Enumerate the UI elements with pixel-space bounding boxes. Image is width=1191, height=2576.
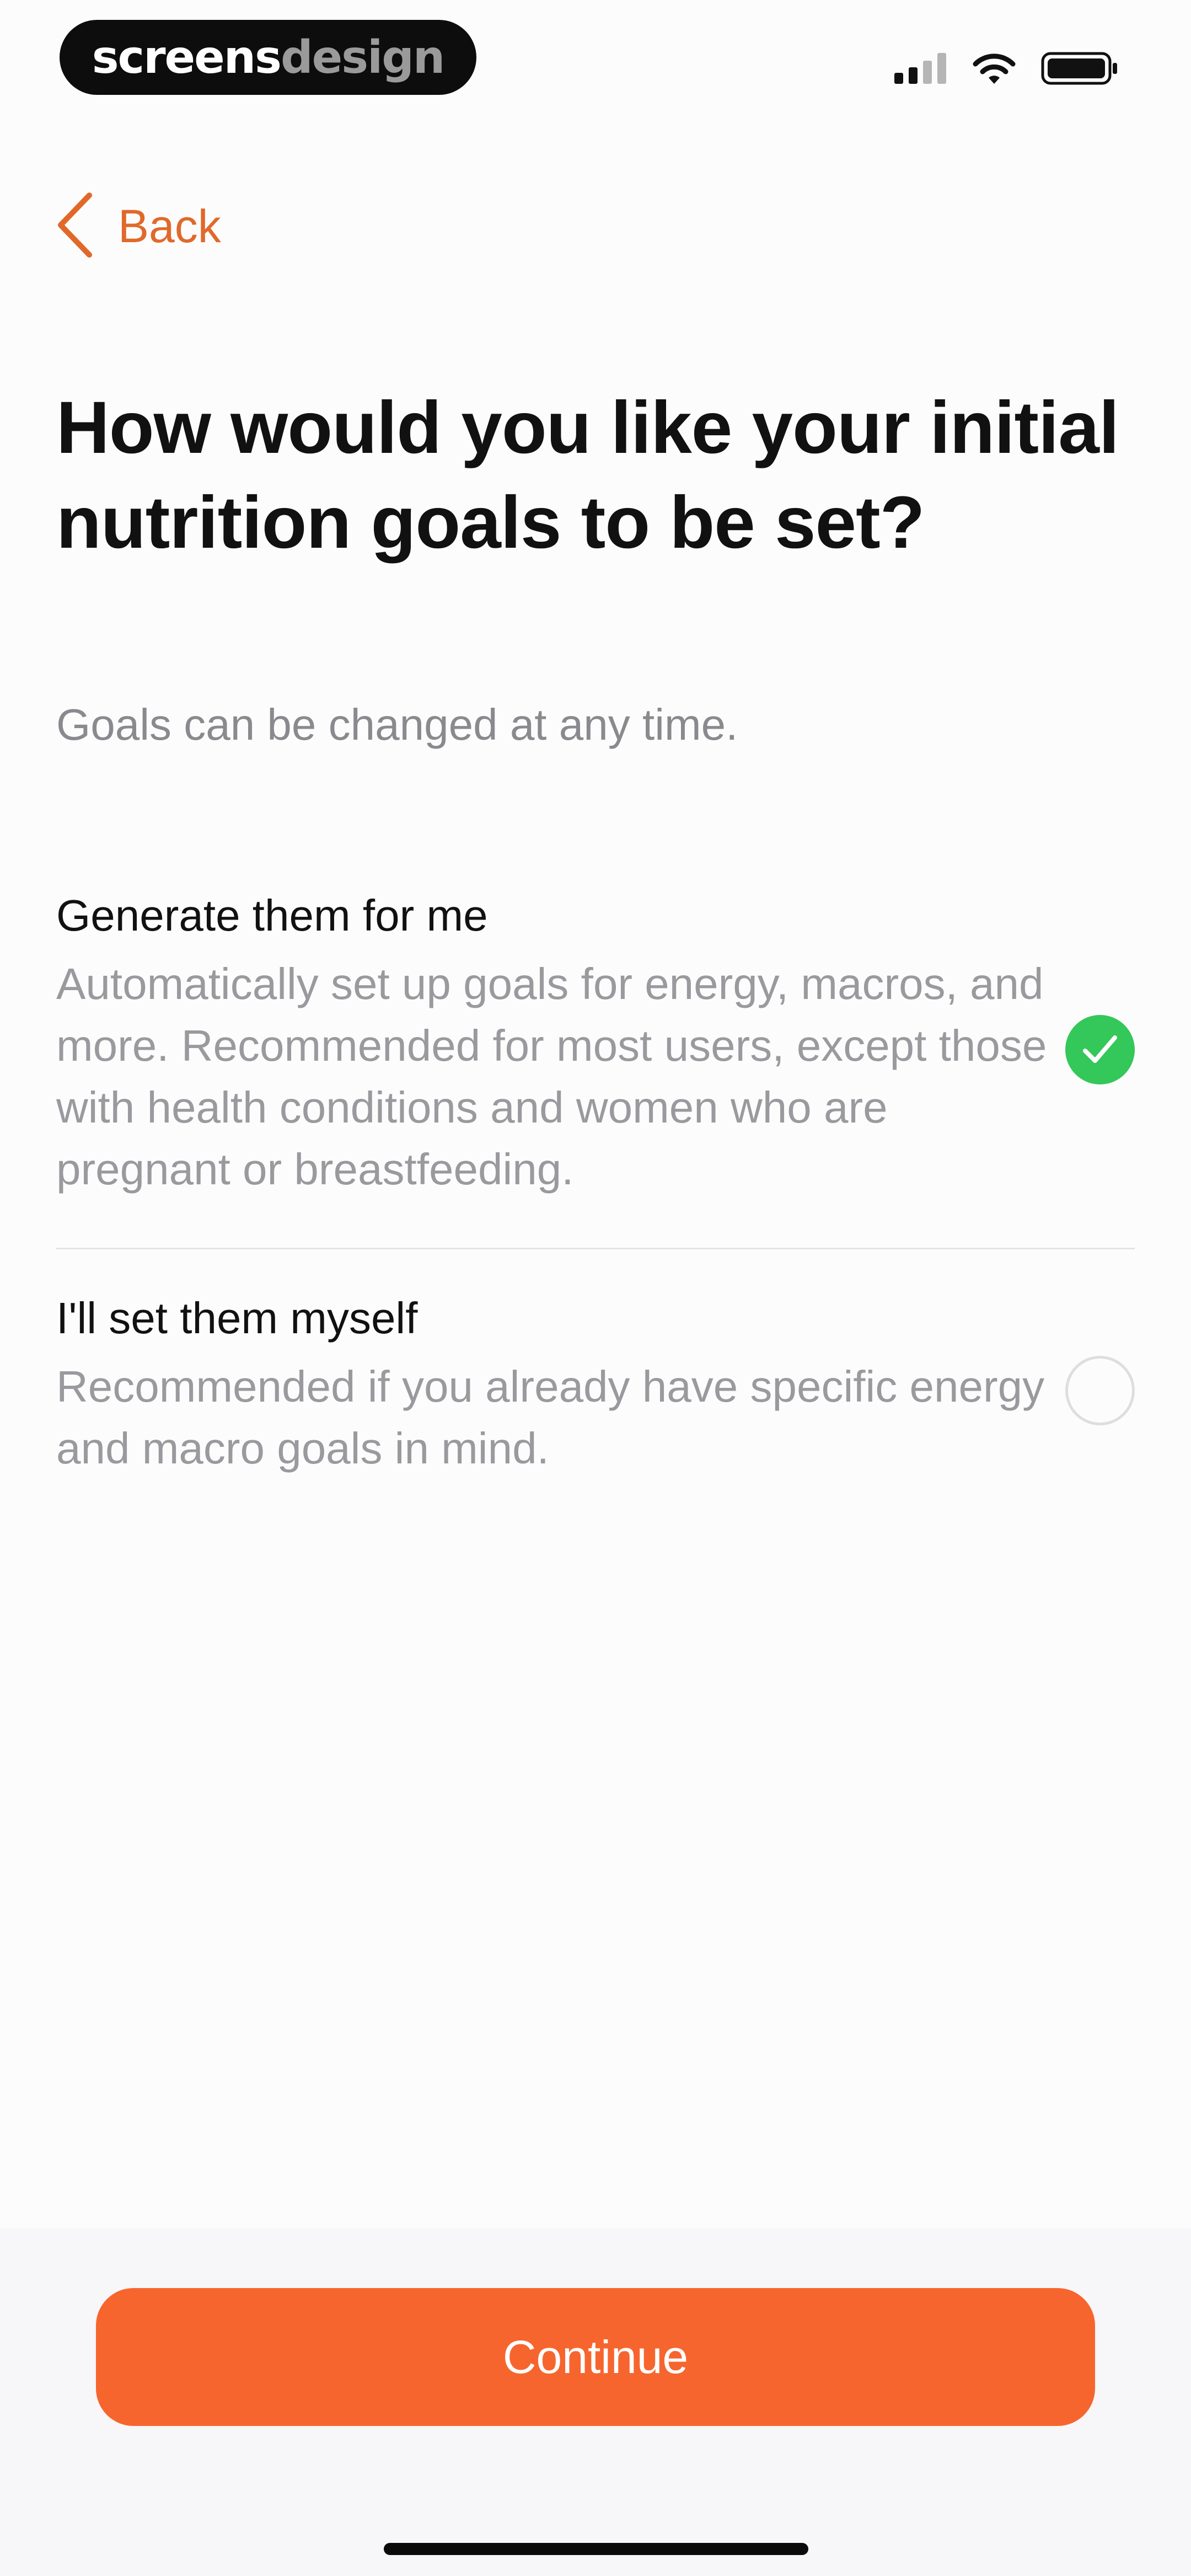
continue-button[interactable]: Continue <box>96 2288 1095 2426</box>
option-generate-for-me[interactable]: Generate them for me Automatically set u… <box>56 888 1135 1230</box>
logo-text-design: design <box>280 31 445 84</box>
screensdesign-logo: screens design <box>60 20 476 95</box>
wifi-icon <box>972 52 1017 85</box>
radio-unselected-icon[interactable] <box>1065 1356 1135 1425</box>
status-bar: screens design <box>0 0 1191 116</box>
page-subtitle: Goals can be changed at any time. <box>56 700 738 749</box>
option-title: I'll set them myself <box>56 1294 418 1343</box>
option-description: Recommended if you already have specific… <box>56 1362 1045 1473</box>
home-indicator <box>384 2543 808 2555</box>
battery-icon <box>1041 52 1118 85</box>
cellular-signal-icon <box>894 53 947 84</box>
back-label: Back <box>118 200 221 252</box>
option-divider <box>56 1248 1135 1249</box>
chevron-left-icon <box>54 191 96 262</box>
page-title: How would you like your initial nutritio… <box>56 387 1119 564</box>
status-icons <box>894 46 1118 90</box>
back-button[interactable]: Back <box>54 188 221 265</box>
option-description: Automatically set up goals for energy, m… <box>56 959 1047 1194</box>
checkmark-selected-icon[interactable] <box>1065 1015 1135 1084</box>
logo-text-screens: screens <box>92 31 282 84</box>
option-title: Generate them for me <box>56 891 488 940</box>
option-set-myself[interactable]: I'll set them myself Recommended if you … <box>56 1291 1135 1489</box>
